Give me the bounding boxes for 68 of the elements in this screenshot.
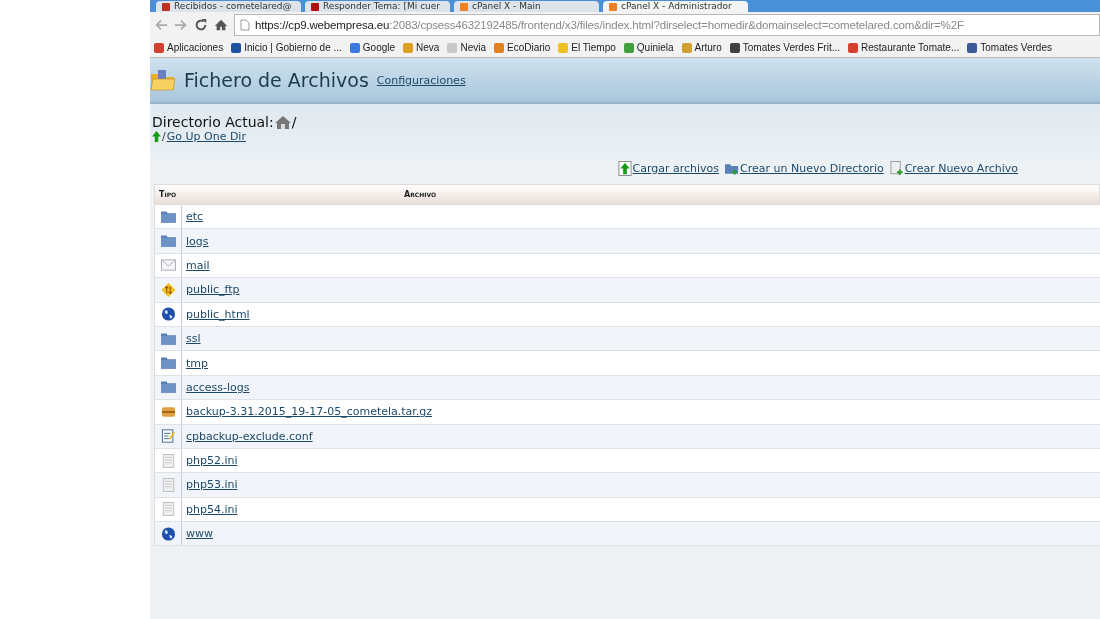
folder-icon xyxy=(160,234,176,249)
bookmark[interactable]: Neva xyxy=(403,42,440,53)
path-separator: / xyxy=(162,130,166,143)
bookmark[interactable]: Google xyxy=(349,42,396,53)
folder-icon xyxy=(160,209,176,224)
bookmark[interactable]: El Tiempo xyxy=(558,42,616,53)
action-link[interactable]: Cargar archivos xyxy=(632,162,720,175)
envelope-icon xyxy=(160,258,176,273)
current-path: / xyxy=(291,114,297,130)
tab-favicon-icon xyxy=(311,2,319,11)
home-icon xyxy=(274,115,291,129)
action-link[interactable]: Crear un Nuevo Directorio xyxy=(740,162,884,175)
globe-icon xyxy=(160,526,176,541)
bookmark[interactable]: EcoDiario xyxy=(494,42,551,53)
page-title: Fichero de Archivos xyxy=(184,69,369,91)
file-link[interactable]: etc xyxy=(186,210,204,224)
settings-link[interactable]: Configuraciones xyxy=(376,73,466,87)
up-arrow-icon xyxy=(152,131,161,142)
home-icon[interactable] xyxy=(214,18,228,32)
file-link[interactable]: mail xyxy=(186,258,210,272)
file-link[interactable]: access-logs xyxy=(186,380,250,394)
file-link[interactable]: tmp xyxy=(186,356,208,370)
tab-favicon-icon xyxy=(609,2,617,11)
bookmark[interactable]: Aplicaciones xyxy=(154,42,224,53)
bookmark[interactable]: Tomates Verdes Frit... xyxy=(729,42,841,53)
folder-icon xyxy=(160,380,176,395)
file-link[interactable]: public_ftp xyxy=(186,283,240,297)
file-link[interactable]: cpbackup-exclude.conf xyxy=(186,429,313,443)
bookmark[interactable]: Restaurante Tomate... xyxy=(848,42,960,53)
browser-tab[interactable]: Responder Tema: [Mi cuer xyxy=(305,1,450,12)
action-link[interactable]: Crear Nuevo Archivo xyxy=(904,162,1018,175)
folder-icon xyxy=(160,331,176,346)
bookmark[interactable]: Quiniela xyxy=(623,42,674,53)
bookmark[interactable]: Arturo xyxy=(681,42,722,53)
file-link[interactable]: logs xyxy=(186,234,209,248)
new-file-icon xyxy=(889,161,904,176)
document-icon xyxy=(160,478,176,492)
address-bar[interactable]: https://cp9.webempresa.eu:2083/cpsess4632192485/frontend/x3/files/index.html?dirselect=homedir&domainselect=cometelared.com&dir=%2F xyxy=(234,14,1100,36)
browser-tab[interactable]: cPanel X - Main xyxy=(454,1,599,12)
globe-icon xyxy=(160,307,176,322)
browser-tab[interactable]: cPanel X - Administrador xyxy=(603,1,748,12)
column-header: Archivo xyxy=(402,190,438,199)
file-link[interactable]: ssl xyxy=(186,332,201,346)
file-link[interactable]: php54.ini xyxy=(186,502,238,516)
new-folder-icon xyxy=(725,161,740,176)
current-directory-label: Directorio Actual: xyxy=(152,114,274,130)
notepad-icon xyxy=(160,429,176,444)
file-link[interactable]: www xyxy=(186,527,213,541)
bookmark[interactable]: Nevia xyxy=(447,42,486,53)
go-up-link[interactable]: Go Up One Dir xyxy=(166,130,246,143)
upload-icon xyxy=(617,161,632,176)
tab-favicon-icon xyxy=(162,2,170,11)
exchange-icon xyxy=(160,282,176,297)
folder-icon xyxy=(160,356,176,371)
bookmark[interactable]: Tomates Verdes xyxy=(967,42,1052,53)
document-icon xyxy=(160,502,176,517)
document-icon xyxy=(160,453,176,468)
file-link[interactable]: php52.ini xyxy=(186,454,238,468)
bookmark[interactable]: Inicio | Gobierno de ... xyxy=(231,42,342,53)
file-link[interactable]: php53.ini xyxy=(186,478,238,492)
file-link[interactable]: backup-3.31.2015_19-17-05_cometela.tar.gz xyxy=(186,405,433,419)
tab-favicon-icon xyxy=(460,2,468,11)
column-header: Tipo xyxy=(158,190,178,199)
folder-icon xyxy=(150,68,176,92)
file-link[interactable]: public_html xyxy=(186,307,250,321)
reload-icon[interactable] xyxy=(194,18,208,32)
box-icon xyxy=(160,404,176,419)
browser-tab[interactable]: Recibidos - cometelared@ xyxy=(156,1,301,12)
